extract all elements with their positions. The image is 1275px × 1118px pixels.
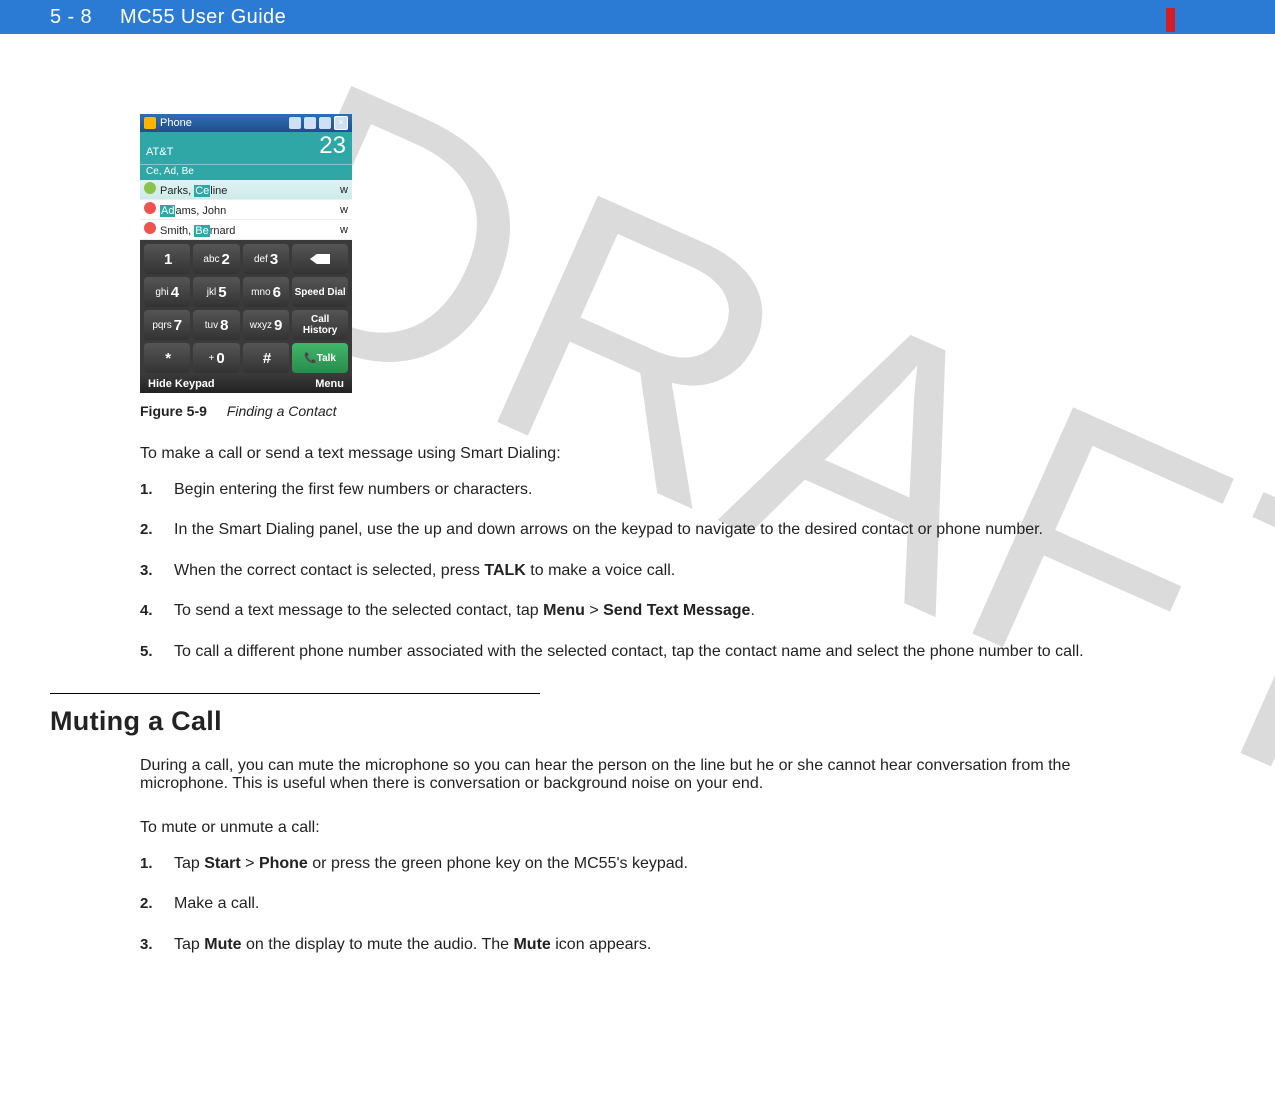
contact-icon bbox=[144, 222, 156, 234]
contact-row[interactable]: Adams, John w bbox=[140, 200, 352, 220]
carrier-label: AT&T bbox=[146, 146, 173, 158]
key-talk[interactable]: 📞 Talk bbox=[292, 343, 348, 373]
step-item: 5.To call a different phone number assoc… bbox=[140, 641, 1135, 663]
start-icon[interactable] bbox=[144, 117, 156, 129]
steps-list-2: 1.Tap Start > Phone or press the green p… bbox=[140, 853, 1135, 956]
contact-icon bbox=[144, 182, 156, 194]
section-rule bbox=[50, 693, 540, 694]
section-paragraph: During a call, you can mute the micropho… bbox=[140, 757, 1135, 793]
keypad: 1 abc2 def3 ghi4 jkl5 mno6 Speed Dial pq… bbox=[140, 240, 352, 375]
section-paragraph: To mute or unmute a call: bbox=[140, 819, 1135, 837]
key-star[interactable]: * bbox=[144, 343, 190, 373]
page-number: 5 - 8 bbox=[50, 6, 92, 29]
key-2[interactable]: abc2 bbox=[193, 244, 239, 274]
step-item: 1.Begin entering the first few numbers o… bbox=[140, 479, 1135, 501]
key-4[interactable]: ghi4 bbox=[144, 277, 190, 307]
key-7[interactable]: pqrs7 bbox=[144, 310, 190, 340]
step-item: 4.To send a text message to the selected… bbox=[140, 600, 1135, 622]
doc-title: MC55 User Guide bbox=[120, 6, 286, 29]
step-item: 3.When the correct contact is selected, … bbox=[140, 560, 1135, 582]
softkey-left[interactable]: Hide Keypad bbox=[148, 378, 215, 390]
dialed-number: 23 bbox=[319, 134, 346, 158]
key-6[interactable]: mno6 bbox=[243, 277, 289, 307]
key-1[interactable]: 1 bbox=[144, 244, 190, 274]
step-item: 3.Tap Mute on the display to mute the au… bbox=[140, 934, 1135, 956]
contact-list: Parks, Celine w Adams, John w Smith, Ber… bbox=[140, 180, 352, 240]
sync-icon bbox=[289, 117, 301, 129]
figure-screenshot: Phone × AT&T 23 Ce, Ad, Be Parks, Celine… bbox=[140, 114, 352, 393]
step-item: 2.In the Smart Dialing panel, use the up… bbox=[140, 519, 1135, 541]
softkey-right[interactable]: Menu bbox=[315, 378, 344, 390]
section-heading: Muting a Call bbox=[50, 706, 1135, 737]
key-call-history[interactable]: Call History bbox=[292, 310, 348, 340]
key-5[interactable]: jkl5 bbox=[193, 277, 239, 307]
carrier-bar: AT&T 23 bbox=[140, 132, 352, 164]
key-3[interactable]: def3 bbox=[243, 244, 289, 274]
close-icon[interactable]: × bbox=[334, 116, 348, 130]
key-9[interactable]: wxyz9 bbox=[243, 310, 289, 340]
softkey-bar: Hide Keypad Menu bbox=[140, 375, 352, 393]
figure-title: Finding a Contact bbox=[227, 403, 337, 419]
signal-icon bbox=[304, 117, 316, 129]
key-8[interactable]: tuv8 bbox=[193, 310, 239, 340]
intro-paragraph: To make a call or send a text message us… bbox=[140, 445, 1135, 463]
step-item: 1.Tap Start > Phone or press the green p… bbox=[140, 853, 1135, 875]
key-speed-dial[interactable]: Speed Dial bbox=[292, 277, 348, 307]
app-title: Phone bbox=[160, 117, 192, 129]
screenshot-titlebar: Phone × bbox=[140, 114, 352, 132]
step-item: 2.Make a call. bbox=[140, 893, 1135, 915]
watermark: DRAFT bbox=[190, 0, 1275, 884]
steps-list-1: 1.Begin entering the first few numbers o… bbox=[140, 479, 1135, 663]
volume-icon bbox=[319, 117, 331, 129]
key-hash[interactable]: # bbox=[243, 343, 289, 373]
contact-row[interactable]: Smith, Bernard w bbox=[140, 220, 352, 240]
filter-text: Ce, Ad, Be bbox=[140, 164, 352, 180]
page-header: 5 - 8 MC55 User Guide bbox=[0, 0, 1275, 34]
key-0[interactable]: +0 bbox=[193, 343, 239, 373]
contact-row[interactable]: Parks, Celine w bbox=[140, 180, 352, 200]
figure-label: Figure 5-9 bbox=[140, 403, 207, 419]
change-bar-icon bbox=[1166, 8, 1175, 32]
figure-caption: Figure 5-9 Finding a Contact bbox=[140, 403, 1135, 419]
key-backspace[interactable] bbox=[292, 244, 348, 274]
contact-icon bbox=[144, 202, 156, 214]
